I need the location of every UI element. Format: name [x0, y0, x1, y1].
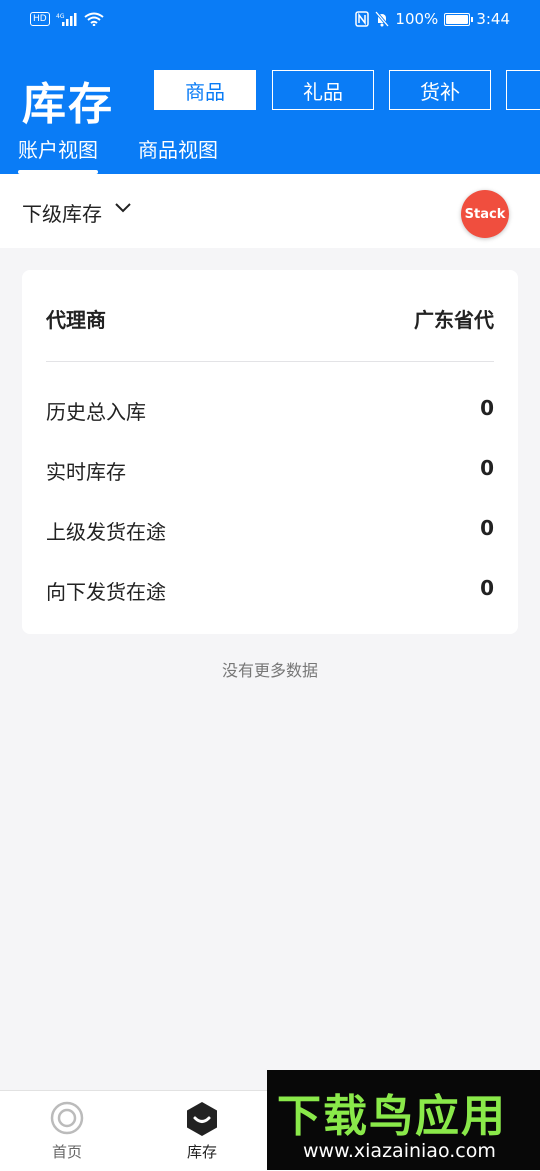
mute-bell-icon [375, 11, 390, 27]
row-value: 0 [480, 516, 494, 540]
row-label: 上级发货在途 [46, 520, 166, 544]
subtab-account-view[interactable]: 账户视图 [18, 134, 98, 174]
row-history-inbound: 历史总入库 0 [46, 396, 494, 426]
page-title: 库存 [22, 79, 114, 130]
status-right: 100% 3:44 [355, 10, 510, 28]
agent-value: 广东省代 [414, 308, 494, 332]
battery-icon [444, 12, 474, 26]
status-bar: HD 4G 100% 3:44 [0, 0, 540, 40]
no-more-data-text: 没有更多数据 [221, 661, 318, 680]
row-realtime-stock: 实时库存 0 [46, 456, 494, 486]
row-label: 历史总入库 [46, 400, 146, 424]
row-value: 0 [480, 456, 494, 480]
stack-button[interactable]: Stack [461, 190, 509, 238]
hd-icon: HD [30, 12, 50, 26]
tab-gifts[interactable]: 礼品 [272, 70, 374, 110]
status-left: HD 4G [30, 12, 104, 26]
subtab-goods-view[interactable]: 商品视图 [138, 134, 218, 163]
clock: 3:44 [476, 10, 510, 28]
battery-percent: 100% [395, 10, 439, 28]
watermark-url: www.xiazainiao.com [303, 1140, 496, 1162]
chevron-down-icon[interactable] [114, 199, 132, 217]
nfc-icon [355, 11, 370, 27]
battery-fill [446, 14, 469, 24]
home-circle-icon [50, 1101, 84, 1135]
row-label: 向下发货在途 [46, 580, 166, 604]
row-value: 0 [480, 396, 494, 420]
svg-text:4G: 4G [56, 13, 65, 20]
wifi-icon [84, 12, 104, 26]
category-tabs: 商品 礼品 货补 直 [154, 70, 540, 110]
agent-label: 代理商 [46, 308, 106, 332]
tab-inventory-label: 库存 [186, 1143, 217, 1161]
watermark-text: 下载鸟应用 [277, 1091, 507, 1142]
cellular-signal-icon: 4G [56, 13, 77, 26]
row-label: 实时库存 [46, 460, 126, 484]
sub-inventory-dropdown[interactable]: 下级库存 [22, 198, 102, 227]
row-value: 0 [480, 576, 494, 600]
card-header: 代理商 广东省代 [22, 270, 518, 362]
inventory-hex-icon [187, 1102, 217, 1136]
watermark: 下载鸟应用 www.xiazainiao.com [267, 1070, 540, 1170]
app-header: HD 4G 100% 3:44 库存 商品 礼品 货补 账户视图 商品视图 [0, 0, 540, 174]
row-upstream-in-transit: 上级发货在途 0 [46, 516, 494, 546]
tab-goods[interactable]: 商品 [154, 70, 256, 110]
tab-direct[interactable]: 直 [506, 70, 540, 110]
tab-inventory[interactable]: 库存 [152, 1091, 252, 1171]
tab-home-label: 首页 [51, 1143, 82, 1161]
tab-subsidy[interactable]: 货补 [389, 70, 491, 110]
inventory-card: 代理商 广东省代 历史总入库 0 实时库存 0 上级发货在途 0 向下发货在途 … [22, 270, 518, 634]
tab-home[interactable]: 首页 [17, 1091, 117, 1171]
row-downstream-in-transit: 向下发货在途 0 [46, 576, 494, 606]
divider [46, 361, 494, 362]
filter-bar: 下级库存 [0, 174, 540, 248]
